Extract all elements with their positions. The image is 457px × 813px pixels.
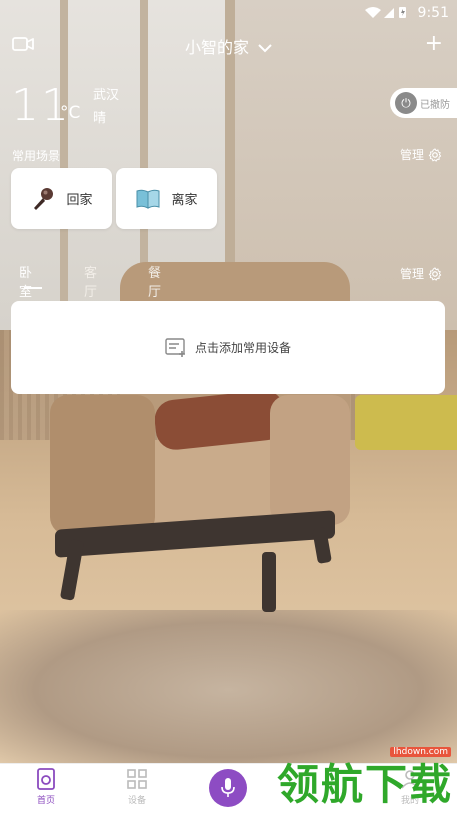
microphone-icon [221,778,235,797]
weather-city: 武汉 [93,88,120,103]
tab-dining-room[interactable]: 餐厅 [148,262,161,300]
tab-living-room[interactable]: 客厅 [84,262,97,300]
header: 小智的家 + [0,30,457,62]
nav-label: 设备 [127,796,146,806]
gear-icon [428,147,442,162]
security-status: 已撤防 [420,99,450,111]
signal-icons [364,5,412,22]
scenes-manage-label: 管理 [399,148,424,162]
home-name: 小智的家 [184,38,249,57]
status-bar: 9:51 [0,0,457,26]
tab-bedroom[interactable]: 卧室 [19,262,32,300]
microphone-icon [34,187,54,210]
scenes-title: 常用场景 [12,149,61,163]
scene-label: 离家 [171,193,198,208]
add-icon[interactable]: + [425,30,443,58]
nav-devices[interactable]: 设备 [107,768,167,806]
watermark-url: lhdown.com [390,747,451,757]
active-tab-indicator [24,287,42,289]
nav-home[interactable]: 首页 [16,768,76,806]
gear-icon [428,266,442,281]
book-icon [136,189,160,209]
scene-card-home[interactable]: 回家 [11,168,112,229]
add-device-card[interactable]: 点击添加常用设备 [11,301,445,394]
temperature-unit: °C [60,103,81,123]
add-device-label: 点击添加常用设备 [194,341,291,355]
voice-button[interactable] [209,769,247,807]
scenes-manage-button[interactable]: 管理 [400,146,442,163]
status-time: 9:51 [417,5,449,21]
rooms-manage-button[interactable]: 管理 [400,265,442,282]
power-icon: ⏻ [395,92,417,114]
watermark-text: 领航下载 [276,760,453,809]
watermark: lhdown.com 领航下载 [272,747,457,809]
add-list-icon [165,337,185,357]
scene-label: 回家 [66,193,93,208]
security-toggle[interactable]: ⏻ 已撤防 [390,88,457,118]
weather-condition: 晴 [93,111,107,126]
rooms-manage-label: 管理 [399,267,424,281]
nav-label: 首页 [36,796,55,806]
chevron-down-icon [258,44,272,53]
scene-card-leave[interactable]: 离家 [116,168,217,229]
home-selector[interactable]: 小智的家 [0,34,457,58]
home-speaker-icon [37,768,55,790]
grid-icon [127,769,147,789]
